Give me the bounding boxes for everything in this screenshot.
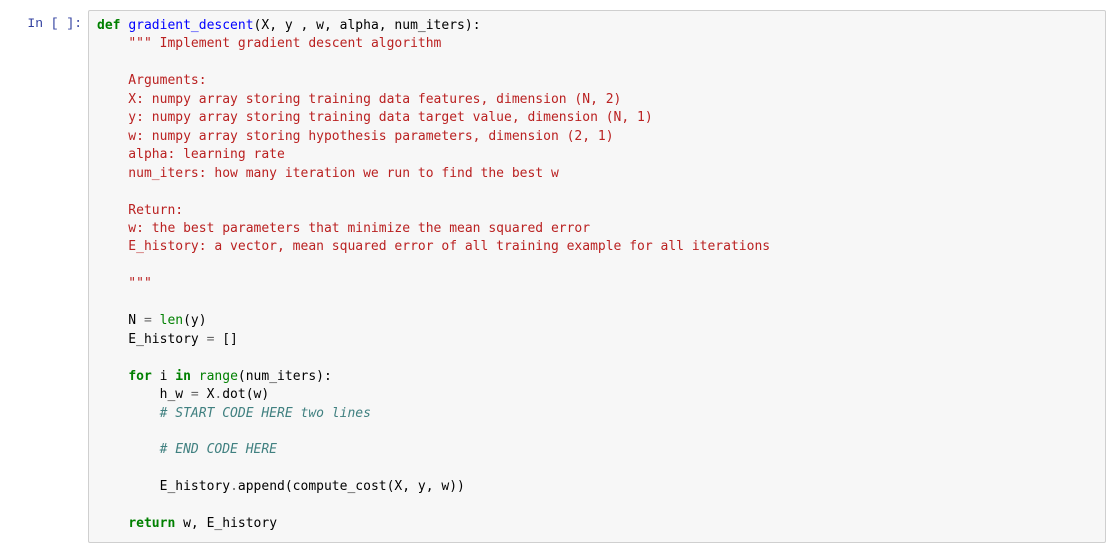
code-text: [152, 313, 160, 328]
docstring-line: num_iters: how many iteration we run to …: [97, 166, 559, 181]
code-text: E_history: [97, 479, 230, 494]
code-text: h_w: [97, 387, 191, 402]
operator: .: [230, 479, 238, 494]
comment-start: # START CODE HERE two lines: [97, 406, 371, 421]
code-text: dot(w): [222, 387, 269, 402]
docstring-open: """: [128, 36, 151, 51]
code-text: append(compute_cost(X, y, w)): [238, 479, 465, 494]
code-cell: In [ ]: def gradient_descent(X, y , w, a…: [0, 0, 1114, 553]
code-text: X: [199, 387, 215, 402]
docstring-close: """: [97, 276, 152, 291]
docstring-line: Implement gradient descent algorithm: [152, 36, 442, 51]
docstring-line: w: the best parameters that minimize the…: [97, 221, 590, 236]
docstring-line: Return:: [97, 203, 183, 218]
builtin-range: range: [199, 369, 238, 384]
code-content[interactable]: def gradient_descent(X, y , w, alpha, nu…: [97, 17, 1097, 534]
docstring-line: w: numpy array storing hypothesis parame…: [97, 129, 614, 144]
keyword-in: in: [175, 369, 191, 384]
function-name: gradient_descent: [128, 18, 253, 33]
comment-end: # END CODE HERE: [97, 442, 277, 457]
code-text: w, E_history: [175, 516, 277, 531]
operator: =: [191, 387, 199, 402]
code-text: [191, 369, 199, 384]
docstring-line: X: numpy array storing training data fea…: [97, 92, 621, 107]
docstring-line: Arguments:: [97, 73, 207, 88]
code-text: []: [214, 332, 237, 347]
keyword-for: for: [128, 369, 151, 384]
code-text: (y): [183, 313, 206, 328]
code-text: (num_iters):: [238, 369, 332, 384]
signature: (X, y , w, alpha, num_iters):: [254, 18, 481, 33]
docstring-line: E_history: a vector, mean squared error …: [97, 239, 770, 254]
code-text: i: [152, 369, 175, 384]
cell-prompt: In [ ]:: [14, 10, 88, 543]
code-text: N: [97, 313, 144, 328]
docstring-line: alpha: learning rate: [97, 147, 285, 162]
docstring-line: y: numpy array storing training data tar…: [97, 110, 653, 125]
keyword-return: return: [128, 516, 175, 531]
keyword-def: def: [97, 18, 120, 33]
operator: =: [144, 313, 152, 328]
builtin-len: len: [160, 313, 183, 328]
code-input-area[interactable]: def gradient_descent(X, y , w, alpha, nu…: [88, 10, 1106, 543]
code-text: E_history: [97, 332, 207, 347]
